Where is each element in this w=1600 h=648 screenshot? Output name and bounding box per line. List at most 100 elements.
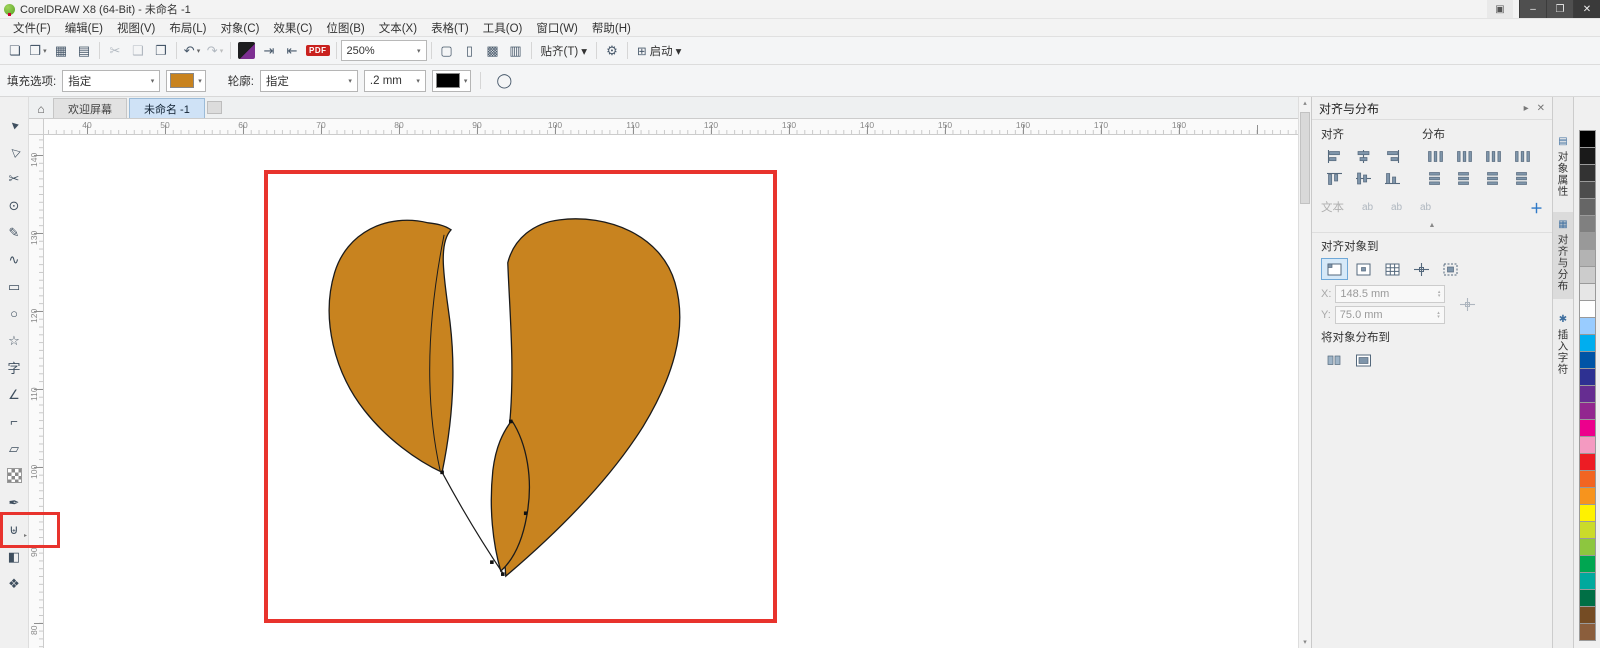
save-button[interactable]: ▦: [50, 40, 72, 62]
palette-color[interactable]: [1579, 572, 1596, 590]
interactive-fill-tool[interactable]: ◧: [1, 543, 27, 570]
palette-color[interactable]: [1579, 147, 1596, 165]
connector-tool[interactable]: ⌐: [1, 408, 27, 435]
menu-item[interactable]: 文件(F): [6, 20, 58, 36]
transparency-tool[interactable]: [1, 462, 27, 489]
text-tool[interactable]: 字: [1, 354, 27, 381]
menu-item[interactable]: 表格(T): [424, 20, 476, 36]
palette-color[interactable]: [1579, 504, 1596, 522]
menu-item[interactable]: 布局(L): [162, 20, 213, 36]
palette-color[interactable]: [1579, 555, 1596, 573]
menu-item[interactable]: 视图(V): [110, 20, 162, 36]
launcher-button[interactable]: ⊞启动▾: [632, 40, 686, 62]
drop-shadow-tool[interactable]: ▱: [1, 435, 27, 462]
print-button[interactable]: ▤: [73, 40, 95, 62]
dist-v-middle-button[interactable]: [1451, 167, 1478, 189]
palette-color[interactable]: [1579, 266, 1596, 284]
palette-color[interactable]: [1579, 351, 1596, 369]
zoom-level-combo[interactable]: 250%▾: [341, 40, 427, 61]
dimension-tool[interactable]: ∠: [1, 381, 27, 408]
close-button[interactable]: ✕: [1573, 0, 1600, 18]
menu-item[interactable]: 帮助(H): [585, 20, 638, 36]
scroll-down-icon[interactable]: ▾: [1299, 636, 1311, 648]
menu-item[interactable]: 窗口(W): [529, 20, 585, 36]
export-button[interactable]: ⇤: [281, 40, 303, 62]
dist-h-center-button[interactable]: [1451, 145, 1478, 167]
ellipse-tool[interactable]: ○: [1, 300, 27, 327]
collapse-arrow-icon[interactable]: ▲: [1321, 222, 1543, 229]
open-button[interactable]: ❒▾: [27, 40, 49, 62]
xy-extra-icon[interactable]: [1453, 293, 1482, 317]
y-coordinate-field[interactable]: 75.0 mm ▴▾: [1335, 306, 1445, 324]
palette-color[interactable]: [1579, 436, 1596, 454]
maximize-button[interactable]: ❐: [1546, 0, 1573, 18]
bounding-box-button[interactable]: [1437, 258, 1464, 280]
ruler-origin-corner[interactable]: [29, 119, 44, 135]
palette-color[interactable]: [1579, 130, 1596, 148]
palette-color[interactable]: [1579, 589, 1596, 607]
palette-color[interactable]: [1579, 470, 1596, 488]
options-button[interactable]: ⚙: [601, 40, 623, 62]
drawing-canvas[interactable]: [44, 135, 1298, 648]
side-tab-align-distribute[interactable]: ▦对齐与分布: [1553, 212, 1573, 299]
spinner-icon[interactable]: ▴▾: [1438, 290, 1441, 298]
shape-tool[interactable]: △: [1, 138, 27, 165]
minimize-button[interactable]: –: [1519, 0, 1546, 18]
tab-welcome-screen[interactable]: 欢迎屏幕: [53, 98, 127, 118]
curve-node[interactable]: [440, 471, 444, 475]
new-document-button[interactable]: ❏: [4, 40, 26, 62]
cut-button[interactable]: ✂: [104, 40, 126, 62]
docker-flyout-icon[interactable]: ▸: [1524, 103, 1529, 114]
paper-edge-button[interactable]: [1321, 258, 1348, 280]
curve-node[interactable]: [524, 511, 528, 515]
curve-node[interactable]: [490, 560, 494, 564]
search-content-button[interactable]: [235, 40, 257, 62]
freehand-tool[interactable]: ✎: [1, 219, 27, 246]
dist-v-spacing-button[interactable]: [1480, 167, 1507, 189]
palette-color[interactable]: [1579, 232, 1596, 250]
extent-of-selection-button[interactable]: [1321, 349, 1348, 371]
palette-color[interactable]: [1579, 487, 1596, 505]
palette-color[interactable]: [1579, 334, 1596, 352]
tab-untitled-document[interactable]: 未命名 -1: [129, 98, 205, 118]
palette-color[interactable]: [1579, 402, 1596, 420]
side-tab-insert-character[interactable]: ✱插入字符: [1553, 307, 1573, 382]
show-grid-button[interactable]: ▩: [482, 40, 504, 62]
show-guidelines-button[interactable]: ▥: [505, 40, 527, 62]
palette-color[interactable]: [1579, 249, 1596, 267]
copy-button[interactable]: ❑: [127, 40, 149, 62]
scroll-up-icon[interactable]: ▴: [1299, 97, 1311, 109]
align-bottom-button[interactable]: [1379, 167, 1406, 189]
menu-item[interactable]: 对象(C): [213, 20, 266, 36]
tab-scroll-stub[interactable]: [207, 101, 222, 114]
polygon-tool[interactable]: ☆: [1, 327, 27, 354]
x-coordinate-field[interactable]: 148.5 mm ▴▾: [1335, 285, 1445, 303]
scrollbar-thumb[interactable]: [1300, 112, 1310, 204]
palette-color[interactable]: [1579, 419, 1596, 437]
titlebar-extra-icon[interactable]: ▣: [1487, 0, 1513, 18]
heart-drawing[interactable]: [44, 135, 1298, 648]
align-center-h-button[interactable]: [1350, 145, 1377, 167]
spinner-icon[interactable]: ▴▾: [1437, 311, 1440, 319]
specified-point-button[interactable]: [1408, 258, 1435, 280]
outline-color-picker[interactable]: ▾: [432, 70, 472, 92]
palette-color[interactable]: [1579, 538, 1596, 556]
horizontal-ruler[interactable]: 405060708090100110120130140150160170180: [44, 119, 1298, 135]
curve-node[interactable]: [501, 572, 505, 576]
palette-color[interactable]: [1579, 164, 1596, 182]
dist-v-bottom-button[interactable]: [1509, 167, 1536, 189]
menu-item[interactable]: 编辑(E): [58, 20, 110, 36]
extent-of-page-button[interactable]: [1350, 349, 1377, 371]
paste-button[interactable]: ❐: [150, 40, 172, 62]
menu-item[interactable]: 工具(O): [476, 20, 530, 36]
crop-tool[interactable]: ✂: [1, 165, 27, 192]
snap-to-button[interactable]: 贴齐(T)▾: [536, 40, 592, 62]
heart-right-lobe[interactable]: [504, 219, 680, 576]
palette-color[interactable]: [1579, 453, 1596, 471]
artistic-media-tool[interactable]: ∿: [1, 246, 27, 273]
rectangle-tool[interactable]: ▭: [1, 273, 27, 300]
vertical-scrollbar[interactable]: ▴ ▾: [1298, 97, 1311, 648]
palette-color[interactable]: [1579, 215, 1596, 233]
outline-width-select[interactable]: .2 mm▾: [364, 70, 426, 92]
grid-button[interactable]: [1379, 258, 1406, 280]
